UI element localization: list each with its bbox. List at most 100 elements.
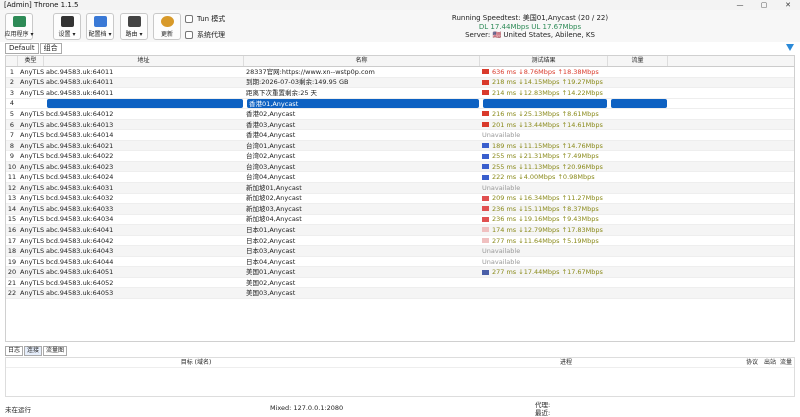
cell-name: 美国01,Anycast xyxy=(246,268,296,277)
col-result[interactable]: 测试结果 xyxy=(480,56,608,66)
table-row[interactable]: 19 AnyTLS bcd.94583.uk:64044 日本04,Anycast Un… xyxy=(6,257,794,268)
cell-address: bcd.94583.uk:64034 xyxy=(46,215,114,224)
col-traffic[interactable]: 流量 xyxy=(608,56,668,66)
system-proxy-checkbox[interactable]: 系统代理 xyxy=(185,30,225,40)
col-outbound[interactable]: 出站 xyxy=(764,358,780,367)
cell-result: 214 ms ↓12.83Mbps ↑14.22Mbps xyxy=(480,88,608,98)
routing-button[interactable]: 路由 ▾ xyxy=(120,13,148,40)
table-row[interactable]: 3 AnyTLS abc.94583.uk:64011 距离下次重置剩余:25 天 21… xyxy=(6,88,794,99)
table-row[interactable]: 15 AnyTLS bcd.94583.uk:64034 新加坡04,Anycast 2… xyxy=(6,215,794,226)
settings-icon xyxy=(60,16,74,27)
table-row[interactable]: 16 AnyTLS abc.94583.uk:64041 日本01,Anycast 17… xyxy=(6,225,794,236)
close-button[interactable]: ✕ xyxy=(776,0,800,10)
cell-type: AnyTLS xyxy=(20,88,44,97)
table-row[interactable]: 20 AnyTLS abc.94583.uk:64051 美国01,Anycast 27… xyxy=(6,267,794,278)
row-index: 5 xyxy=(9,109,15,118)
table-row[interactable]: 11 AnyTLS bcd.94583.uk:64024 台湾04,Anycast 22… xyxy=(6,172,794,184)
cell-address: bcd.94583.uk:64024 xyxy=(46,173,114,182)
result-text: 236 ms ↓15.11Mbps ↑8.37Mbps xyxy=(492,204,599,213)
profile-button[interactable]: 配置档 ▾ xyxy=(86,13,114,40)
table-row[interactable]: 17 AnyTLS bcd.94583.uk:64042 日本02,Anycast 27… xyxy=(6,236,794,247)
cell-type: AnyTLS xyxy=(20,225,44,234)
table-row[interactable]: 5 AnyTLS bcd.94583.uk:64012 香港02,Anycast 216… xyxy=(6,109,794,120)
speedtest-server: Server: 🇺🇸 United States, Abilene, KS xyxy=(465,31,595,39)
table-row[interactable]: 2 AnyTLS abc.94583.uk:64011 到期:2026-07-03剩余… xyxy=(6,77,794,89)
minimize-button[interactable]: — xyxy=(728,0,752,10)
table-row[interactable]: 9 AnyTLS bcd.94583.uk:64022 台湾02,Anycast 255… xyxy=(6,151,794,162)
cell-type: AnyTLS xyxy=(20,183,44,192)
cell-result: 236 ms ↓15.11Mbps ↑8.37Mbps xyxy=(480,204,608,214)
col-protocol[interactable]: 协议 xyxy=(746,358,764,367)
cell-type: AnyTLS xyxy=(20,78,44,87)
cell-address: bcd.94583.uk:64042 xyxy=(46,236,114,245)
row-index: 11 xyxy=(7,173,17,182)
table-row[interactable]: 6 AnyTLS abc.94583.uk:64013 香港03,Anycast 201… xyxy=(6,119,794,131)
table-row[interactable]: 1 AnyTLS abc.94583.uk:64011 28337官网:https:/… xyxy=(6,67,794,78)
table-row[interactable]: 10 AnyTLS abc.94583.uk:64023 台湾03,Anycast 25… xyxy=(6,161,794,173)
cell-address xyxy=(44,98,244,108)
cell-type: AnyTLS xyxy=(20,236,44,245)
row-index: 19 xyxy=(7,257,17,266)
table-row[interactable]: 14 AnyTLS abc.94583.uk:64033 新加坡03,Anycast 2… xyxy=(6,204,794,215)
row-index: 2 xyxy=(9,78,15,87)
tab-log[interactable]: 日志 xyxy=(5,346,24,356)
col-process[interactable]: 进程 xyxy=(386,358,746,367)
cell-name: 到期:2026-07-03剩余:149.95 GB xyxy=(246,78,349,87)
cell-address: abc.94583.uk:64043 xyxy=(46,247,114,256)
flag-icon xyxy=(482,111,489,117)
cell-type: AnyTLS xyxy=(20,204,44,213)
tab-default[interactable]: Default xyxy=(5,43,39,54)
program-button[interactable]: 应用程序 ▾ xyxy=(5,13,33,40)
table-row[interactable]: 21 AnyTLS bcd.94583.uk:64052 美国02,Anycast xyxy=(6,278,794,289)
table-row[interactable]: 4 香港01,Anycast xyxy=(6,98,794,110)
cell-result: 636 ms ↓8.76Mbps ↑18.38Mbps xyxy=(480,67,608,77)
cell-type: AnyTLS xyxy=(20,109,44,118)
col-name[interactable]: 名称 xyxy=(244,56,480,66)
flag-icon xyxy=(482,90,489,96)
row-index: 14 xyxy=(7,204,17,213)
tab-connections[interactable]: 连接 xyxy=(24,346,43,356)
proxy-table: 类型 地址 名称 测试结果 流量 1 AnyTLS abc.94583.uk:640… xyxy=(5,55,795,342)
table-row[interactable]: 8 AnyTLS abc.94583.uk:64021 台湾01,Anycast 189… xyxy=(6,140,794,152)
col-conn-traffic[interactable]: 流量 xyxy=(780,358,794,367)
table-row[interactable]: 13 AnyTLS bcd.94583.uk:64032 新加坡02,Anycast 2… xyxy=(6,194,794,205)
cell-type: AnyTLS xyxy=(20,215,44,224)
cell-type: AnyTLS xyxy=(20,247,44,256)
filter-icon[interactable] xyxy=(786,44,794,51)
cell-address: abc.94583.uk:64053 xyxy=(46,289,114,298)
flag-icon xyxy=(482,206,489,212)
result-text: 277 ms ↓17.44Mbps ↑17.67Mbps xyxy=(492,268,603,277)
col-target[interactable]: 目标 (域名) xyxy=(6,358,386,367)
tab-traffic-graph[interactable]: 流量图 xyxy=(43,346,68,356)
cell-address: abc.94583.uk:64011 xyxy=(46,67,114,76)
cell-address: abc.94583.uk:64011 xyxy=(46,88,114,97)
cell-type: AnyTLS xyxy=(20,268,44,277)
maximize-button[interactable]: ▢ xyxy=(752,0,776,10)
update-button[interactable]: 更新 xyxy=(153,13,181,40)
row-index: 20 xyxy=(7,268,17,277)
cell-type: AnyTLS xyxy=(20,289,44,298)
result-text: 218 ms ↓14.15Mbps ↑19.27Mbps xyxy=(492,78,603,87)
cell-type: AnyTLS xyxy=(20,162,44,171)
table-row[interactable]: 12 AnyTLS abc.94583.uk:64031 新加坡01,Anycast U… xyxy=(6,183,794,194)
cell-result: Unavailable xyxy=(480,130,608,140)
profile-icon xyxy=(93,16,107,27)
result-text: 216 ms ↓25.13Mbps ↑8.61Mbps xyxy=(492,109,599,118)
cell-traffic xyxy=(608,98,668,108)
col-type[interactable]: 类型 xyxy=(18,56,44,66)
table-row[interactable]: 22 AnyTLS abc.94583.uk:64053 美国03,Anycast xyxy=(6,288,794,300)
cell-name: 香港02,Anycast xyxy=(246,109,296,118)
tun-mode-checkbox[interactable]: Tun 模式 xyxy=(185,14,225,24)
flag-icon xyxy=(482,164,489,170)
tab-group[interactable]: 组合 xyxy=(39,43,62,54)
cell-result: 201 ms ↓13.44Mbps ↑14.61Mbps xyxy=(480,120,608,130)
col-address[interactable]: 地址 xyxy=(44,56,244,66)
result-text: 189 ms ↓11.15Mbps ↑14.76Mbps xyxy=(492,141,603,150)
table-row[interactable]: 18 AnyTLS abc.94583.uk:64043 日本03,Anycast Un… xyxy=(6,246,794,257)
flag-icon xyxy=(482,122,489,128)
update-icon xyxy=(160,16,174,27)
cell-name: 新加坡02,Anycast xyxy=(246,194,302,203)
table-row[interactable]: 7 AnyTLS bcd.94583.uk:64014 香港04,Anycast Una… xyxy=(6,130,794,141)
settings-button[interactable]: 设置 ▾ xyxy=(53,13,81,40)
cell-type: AnyTLS xyxy=(20,131,44,140)
